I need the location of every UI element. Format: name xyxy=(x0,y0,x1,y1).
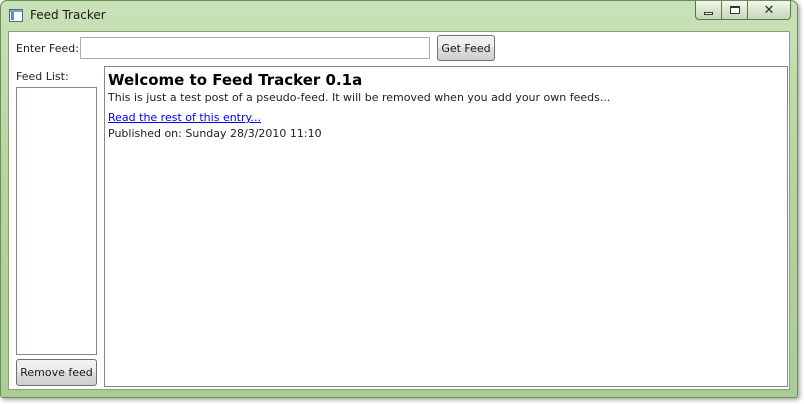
enter-feed-label: Enter Feed: xyxy=(16,42,79,55)
remove-feed-button[interactable]: Remove feed xyxy=(16,359,97,386)
feed-url-input[interactable] xyxy=(80,37,430,59)
maximize-icon xyxy=(729,6,740,14)
feed-content-panel: Welcome to Feed Tracker 0.1a This is jus… xyxy=(104,66,788,387)
close-button[interactable]: ✕ xyxy=(747,1,791,20)
main-window: Feed Tracker ✕ Enter Feed: Get Feed Feed… xyxy=(0,0,798,398)
post-title: Welcome to Feed Tracker 0.1a xyxy=(108,71,363,89)
minimize-icon xyxy=(704,11,713,15)
client-area: Enter Feed: Get Feed Feed List: Remove f… xyxy=(8,31,790,390)
read-more-link[interactable]: Read the rest of this entry... xyxy=(108,110,261,126)
get-feed-button[interactable]: Get Feed xyxy=(437,35,495,61)
title-bar[interactable]: Feed Tracker ✕ xyxy=(1,1,797,31)
close-icon: ✕ xyxy=(763,2,775,18)
app-window-icon xyxy=(9,9,23,22)
maximize-button[interactable] xyxy=(721,1,747,20)
feed-list-label: Feed List: xyxy=(16,70,69,83)
feed-list[interactable] xyxy=(16,87,97,355)
post-published-date: Published on: Sunday 28/3/2010 11:10 xyxy=(108,127,322,140)
post-body: This is just a test post of a pseudo-fee… xyxy=(108,91,611,104)
window-title: Feed Tracker xyxy=(30,8,106,22)
window-controls: ✕ xyxy=(695,1,791,20)
minimize-button[interactable] xyxy=(695,1,721,20)
